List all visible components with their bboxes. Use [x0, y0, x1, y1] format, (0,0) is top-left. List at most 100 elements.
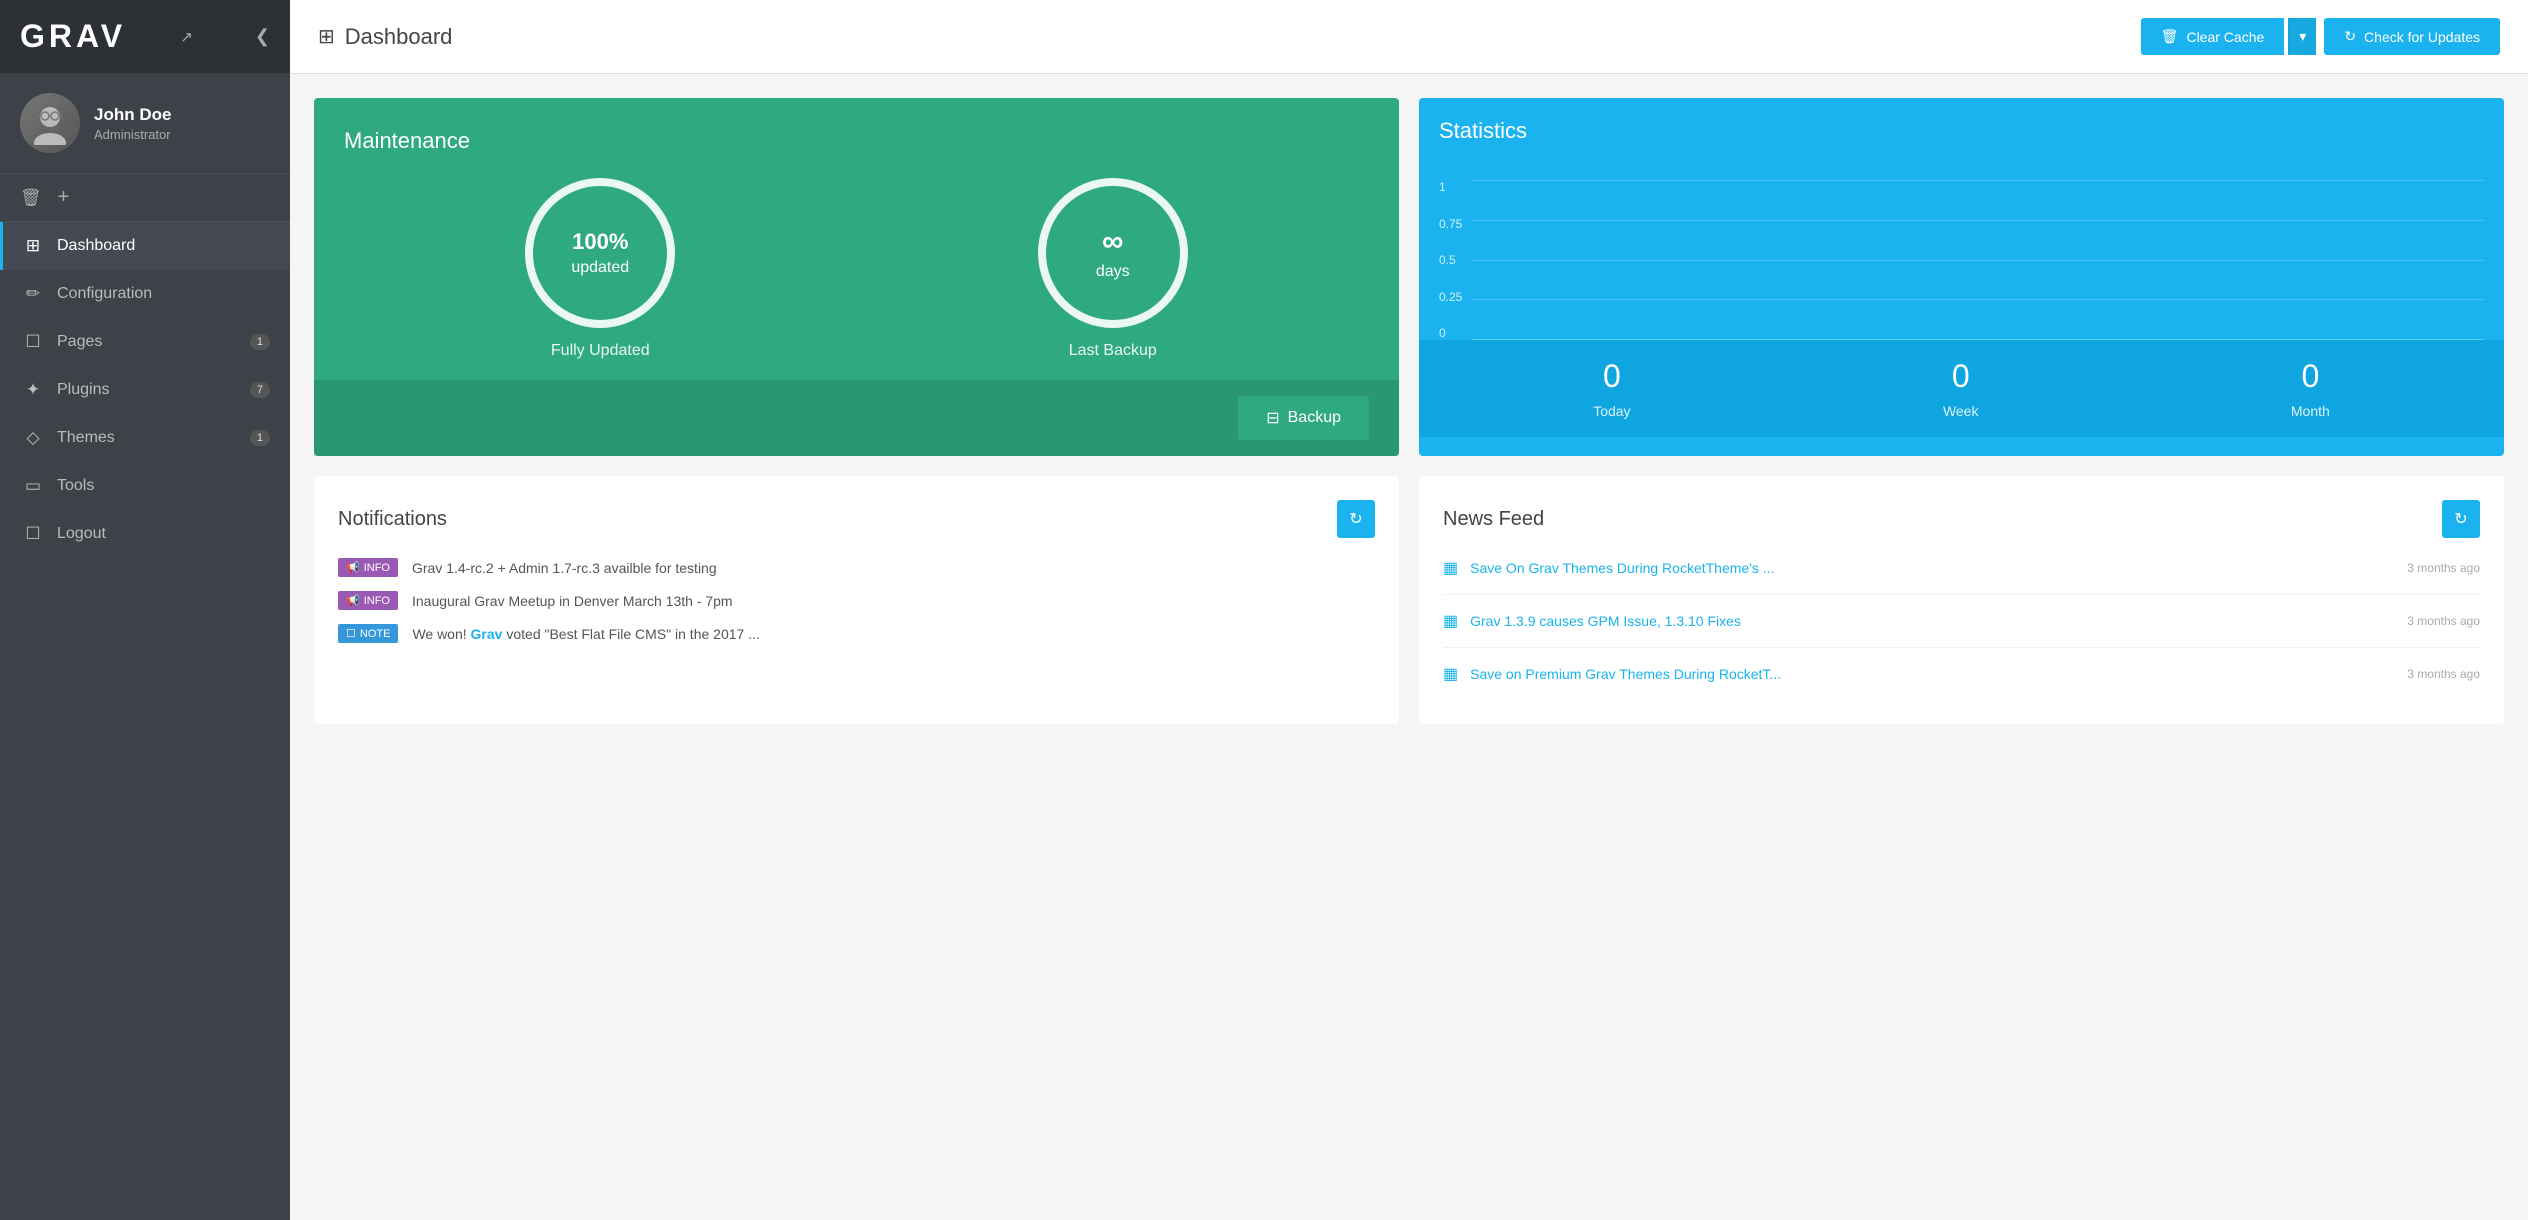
notifications-title: Notifications: [338, 508, 447, 531]
clear-cache-dropdown-button[interactable]: ▾: [2288, 18, 2316, 55]
updated-circle-item: 100% updated Fully Updated: [525, 178, 675, 360]
trash-icon[interactable]: 🗑: [20, 188, 42, 208]
badge-label: INFO: [364, 595, 390, 607]
backup-days: ∞: [1102, 225, 1123, 259]
notification-badge-info: 📢 INFO: [338, 591, 398, 610]
notification-badge-info: 📢 INFO: [338, 558, 398, 577]
themes-badge: 1: [250, 430, 270, 446]
news-article-icon: ▦: [1443, 664, 1458, 684]
sidebar-item-label: Logout: [57, 525, 270, 543]
gridline-1: [1472, 220, 2484, 221]
newsfeed-title: News Feed: [1443, 508, 1544, 531]
news-item-time: 3 months ago: [2407, 614, 2480, 628]
gridline-top: [1472, 180, 2484, 181]
stat-today-value: 0: [1603, 358, 1621, 395]
stat-month-label: Month: [2291, 403, 2330, 419]
y-label-1: 0.25: [1439, 290, 1462, 304]
sidebar-item-plugins[interactable]: ✦ Plugins 7: [0, 366, 290, 414]
sidebar-item-label: Themes: [57, 429, 250, 447]
newsfeed-refresh-button[interactable]: ↻: [2442, 500, 2480, 538]
file-icon: ☐: [23, 332, 43, 352]
maintenance-footer: ⊟ Backup: [314, 380, 1399, 456]
notifications-refresh-button[interactable]: ↻: [1337, 500, 1375, 538]
newsfeed-header: News Feed ↻: [1443, 500, 2480, 538]
check-updates-label: Check for Updates: [2364, 29, 2480, 45]
trash-btn-icon: 🗑: [2161, 28, 2179, 45]
stat-month: 0 Month: [2291, 358, 2330, 419]
sidebar-item-label: Tools: [57, 477, 270, 495]
sidebar-item-tools[interactable]: ▭ Tools: [0, 462, 290, 510]
backup-circle-item: ∞ days Last Backup: [1038, 178, 1188, 360]
sidebar: GRAV ↗ ❮ John Doe Administrat: [0, 0, 290, 1220]
check-updates-button[interactable]: ↻ Check for Updates: [2324, 18, 2500, 55]
stat-week: 0 Week: [1943, 358, 1979, 419]
chart-gridlines: [1472, 180, 2484, 339]
backup-caption: Last Backup: [1069, 342, 1157, 360]
sidebar-item-logout[interactable]: ☐ Logout: [0, 510, 290, 558]
notification-item: ☐ NOTE We won! Grav voted "Best Flat Fil…: [338, 624, 1375, 643]
news-item-time: 3 months ago: [2407, 667, 2480, 681]
external-link-icon[interactable]: ↗: [180, 28, 193, 46]
megaphone-icon: 📢: [346, 594, 360, 607]
page-title-text: Dashboard: [345, 24, 453, 50]
sidebar-nav: ⊞ Dashboard ✏ Configuration ☐ Pages 1 ✦ …: [0, 222, 290, 558]
clear-cache-button[interactable]: 🗑 Clear Cache: [2141, 18, 2285, 55]
notifications-header: Notifications ↻: [338, 500, 1375, 538]
pages-badge: 1: [250, 334, 270, 350]
logo-text: GRAV: [20, 18, 126, 55]
maintenance-card: Maintenance 100% updated Fully Updated ∞…: [314, 98, 1399, 456]
user-role: Administrator: [94, 127, 171, 142]
clear-cache-label: Clear Cache: [2186, 29, 2264, 45]
sidebar-collapse-icon[interactable]: ❮: [255, 26, 270, 47]
stats-bottom: 0 Today 0 Week 0 Month: [1419, 340, 2504, 437]
maintenance-circles: 100% updated Fully Updated ∞ days Last B…: [344, 178, 1369, 360]
sidebar-item-label: Pages: [57, 333, 250, 351]
news-item-title[interactable]: Save On Grav Themes During RocketTheme's…: [1470, 560, 1774, 576]
sidebar-item-dashboard[interactable]: ⊞ Dashboard: [0, 222, 290, 270]
backup-circle: ∞ days: [1038, 178, 1188, 328]
avatar: [20, 93, 80, 153]
page-title: ⊞ Dashboard: [318, 24, 452, 50]
add-icon[interactable]: +: [58, 186, 70, 209]
news-item-title[interactable]: Save on Premium Grav Themes During Rocke…: [1470, 666, 1781, 682]
chart-y-labels: 0 0.25 0.5 0.75 1: [1439, 180, 1462, 340]
statistics-title: Statistics: [1439, 118, 2484, 144]
newsfeed-card: News Feed ↻ ▦ Save On Grav Themes During…: [1419, 476, 2504, 724]
notifications-card: Notifications ↻ 📢 INFO Grav 1.4-rc.2 + A…: [314, 476, 1399, 724]
wrench-icon: ✏: [23, 284, 43, 304]
notification-text: Inaugural Grav Meetup in Denver March 13…: [412, 593, 733, 609]
content-grid: Maintenance 100% updated Fully Updated ∞…: [290, 74, 2528, 748]
dashboard-grid-icon: ⊞: [318, 24, 335, 49]
notification-item: 📢 INFO Grav 1.4-rc.2 + Admin 1.7-rc.3 av…: [338, 558, 1375, 577]
notification-text: We won! Grav voted "Best Flat File CMS" …: [412, 626, 759, 642]
backup-button[interactable]: ⊟ Backup: [1238, 396, 1369, 440]
sidebar-item-label: Dashboard: [57, 237, 270, 255]
sidebar-item-pages[interactable]: ☐ Pages 1: [0, 318, 290, 366]
chart-container: 0 0.25 0.5 0.75 1: [1439, 160, 2484, 340]
maintenance-title: Maintenance: [344, 128, 1369, 154]
gridline-3: [1472, 299, 2484, 300]
news-article-icon: ▦: [1443, 558, 1458, 578]
star-icon: ✦: [23, 380, 43, 400]
user-info: John Doe Administrator: [94, 105, 171, 142]
backup-btn-icon: ⊟: [1266, 408, 1279, 428]
sidebar-item-themes[interactable]: ◇ Themes 1: [0, 414, 290, 462]
grid-icon: ⊞: [23, 236, 43, 256]
stats-chart-area: Statistics 0 0.25 0.5 0.75 1: [1419, 98, 2504, 340]
badge-label: INFO: [364, 562, 390, 574]
notification-text: Grav 1.4-rc.2 + Admin 1.7-rc.3 availble …: [412, 560, 717, 576]
sidebar-item-configuration[interactable]: ✏ Configuration: [0, 270, 290, 318]
newsfeed-list: ▦ Save On Grav Themes During RocketTheme…: [1443, 558, 2480, 700]
backup-days-label: days: [1096, 263, 1130, 281]
stat-today-label: Today: [1593, 403, 1630, 419]
chart-area: [1472, 180, 2484, 340]
y-label-0: 0: [1439, 326, 1462, 340]
user-name: John Doe: [94, 105, 171, 125]
updated-circle: 100% updated: [525, 178, 675, 328]
news-item: ▦ Save on Premium Grav Themes During Roc…: [1443, 664, 2480, 700]
notification-item: 📢 INFO Inaugural Grav Meetup in Denver M…: [338, 591, 1375, 610]
notification-badge-note: ☐ NOTE: [338, 624, 398, 643]
statistics-card: Statistics 0 0.25 0.5 0.75 1: [1419, 98, 2504, 456]
news-item-title[interactable]: Grav 1.3.9 causes GPM Issue, 1.3.10 Fixe…: [1470, 613, 1741, 629]
sidebar-item-label: Configuration: [57, 285, 270, 303]
